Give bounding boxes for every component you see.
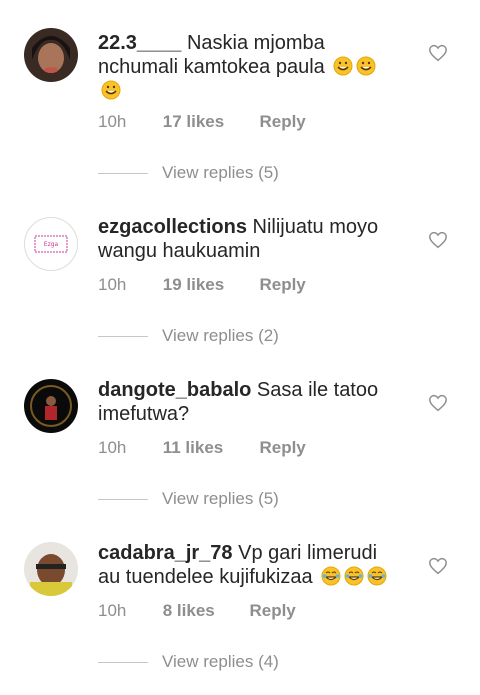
comment-time: 10h [98, 275, 127, 294]
comment-time: 10h [98, 112, 127, 131]
divider-line [98, 498, 148, 500]
comment-text: ezgacollections Nilijuatu moyo wangu hau… [98, 215, 398, 263]
likes-count[interactable]: 19 likes [163, 275, 255, 295]
rofl-emoji-icon [333, 56, 353, 76]
rofl-emoji-icon [356, 56, 376, 76]
view-replies-label: View replies (4) [162, 652, 279, 671]
avatar[interactable]: Ezga [24, 217, 78, 271]
comment-text: dangote_babalo Sasa ile tatoo imefutwa? [98, 378, 398, 426]
comment-username[interactable]: dangote_babalo [98, 379, 251, 401]
comment-username[interactable]: ezgacollections [98, 216, 247, 238]
comment-username[interactable]: 22.3____ [98, 32, 181, 54]
view-replies-button[interactable]: View replies (4) [98, 650, 279, 674]
reply-button[interactable]: Reply [259, 112, 305, 132]
tears-of-joy-emoji-icon [321, 566, 341, 586]
likes-count[interactable]: 11 likes [163, 438, 255, 458]
tears-of-joy-emoji-icon [367, 566, 387, 586]
reply-button[interactable]: Reply [259, 275, 305, 295]
reply-button[interactable]: Reply [249, 601, 295, 621]
comment-meta: 10h 8 likes Reply [98, 601, 296, 621]
heart-outline-icon[interactable] [428, 557, 448, 575]
avatar[interactable] [24, 28, 78, 82]
heart-outline-icon[interactable] [428, 394, 448, 412]
view-replies-button[interactable]: View replies (5) [98, 487, 279, 511]
comment-meta: 10h 17 likes Reply [98, 112, 306, 132]
comment-text: cadabra_jr_78 Vp gari limerudi au tuende… [98, 541, 398, 589]
rofl-emoji-icon [101, 80, 121, 100]
comment-time: 10h [98, 438, 127, 457]
tears-of-joy-emoji-icon [344, 566, 364, 586]
divider-line [98, 335, 148, 337]
likes-count[interactable]: 17 likes [163, 112, 255, 132]
divider-line [98, 661, 148, 663]
reply-button[interactable]: Reply [259, 438, 305, 458]
heart-outline-icon[interactable] [428, 231, 448, 249]
comment-time: 10h [98, 601, 127, 620]
comment-meta: 10h 19 likes Reply [98, 275, 306, 295]
view-replies-label: View replies (5) [162, 163, 279, 182]
comment-meta: 10h 11 likes Reply [98, 438, 306, 458]
comment-text: 22.3____ Naskia mjomba nchumali kamtokea… [98, 31, 398, 103]
view-replies-label: View replies (5) [162, 489, 279, 508]
view-replies-label: View replies (2) [162, 326, 279, 345]
svg-text:Ezga: Ezga [44, 241, 59, 248]
avatar[interactable] [24, 379, 78, 433]
view-replies-button[interactable]: View replies (2) [98, 324, 279, 348]
avatar[interactable] [24, 542, 78, 596]
comment-username[interactable]: cadabra_jr_78 [98, 542, 233, 564]
divider-line [98, 172, 148, 174]
view-replies-button[interactable]: View replies (5) [98, 161, 279, 185]
likes-count[interactable]: 8 likes [163, 601, 245, 621]
comment-emojis [313, 566, 388, 588]
heart-outline-icon[interactable] [428, 44, 448, 62]
